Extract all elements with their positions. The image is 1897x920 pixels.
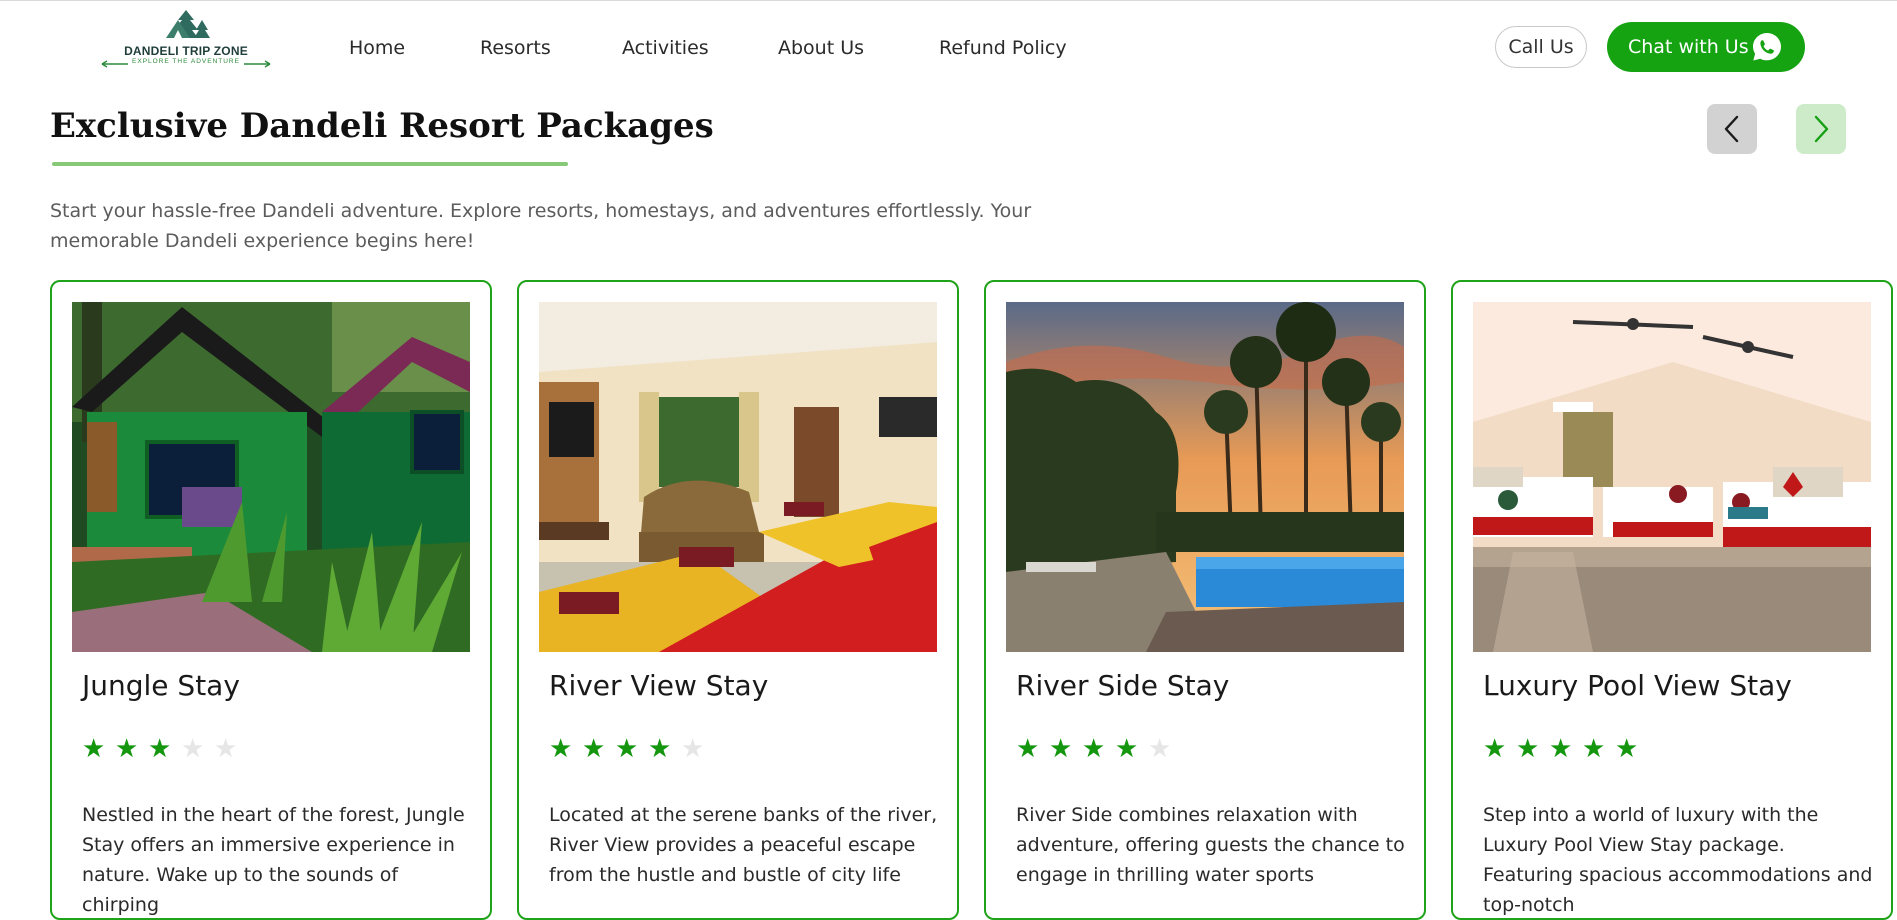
carousel-prev-button[interactable] [1707, 104, 1757, 154]
package-image-river-side-stay[interactable] [1006, 302, 1404, 652]
star-filled-icon: ★ [648, 734, 672, 764]
package-card[interactable]: River View Stay ★ ★ ★ ★ ★ Located at the ser… [517, 280, 959, 920]
star-filled-icon: ★ [1115, 734, 1139, 764]
top-border [0, 0, 1897, 1]
star-filled-icon: ★ [549, 734, 573, 764]
package-title[interactable]: Luxury Pool View Stay [1483, 666, 1792, 706]
package-description: River Side combines relaxation with adve… [1016, 804, 1405, 886]
nav-resorts[interactable]: Resorts [480, 36, 551, 60]
call-us-button[interactable]: Call Us [1495, 26, 1587, 68]
chevron-left-icon [1724, 115, 1739, 143]
brand-tagline: EXPLORE THE ADVENTURE [132, 58, 240, 65]
title-underline [52, 162, 568, 166]
star-filled-icon: ★ [1049, 734, 1073, 764]
nav-activities[interactable]: Activities [622, 36, 709, 60]
section-title: Exclusive Dandeli Resort Packages [50, 106, 714, 146]
star-empty-icon: ★ [1148, 734, 1172, 764]
rating-stars: ★ ★ ★ ★ ★ [1016, 736, 1181, 762]
package-description: Step into a world of luxury with the Lux… [1483, 804, 1873, 916]
star-filled-icon: ★ [1082, 734, 1106, 764]
nav-refund-policy[interactable]: Refund Policy [939, 36, 1067, 60]
rating-stars: ★ ★ ★ ★ ★ [82, 736, 247, 762]
star-filled-icon: ★ [1483, 734, 1507, 764]
whatsapp-icon [1753, 33, 1781, 61]
star-filled-icon: ★ [1549, 734, 1573, 764]
package-title[interactable]: River View Stay [549, 666, 768, 706]
rating-stars: ★ ★ ★ ★ ★ [1483, 736, 1648, 762]
star-empty-icon: ★ [681, 734, 705, 764]
star-filled-icon: ★ [615, 734, 639, 764]
package-card[interactable]: River Side Stay ★ ★ ★ ★ ★ River Side combine… [984, 280, 1426, 920]
package-title[interactable]: River Side Stay [1016, 666, 1229, 706]
nav-about-us[interactable]: About Us [778, 36, 864, 60]
star-filled-icon: ★ [1582, 734, 1606, 764]
section-subtitle: Start your hassle-free Dandeli adventure… [50, 200, 1032, 252]
package-description: Located at the serene banks of the river… [549, 804, 938, 886]
nav-home[interactable]: Home [349, 36, 405, 60]
star-filled-icon: ★ [582, 734, 606, 764]
chat-with-us-button[interactable]: Chat with Us [1607, 22, 1805, 72]
brand-logo[interactable]: DANDELI TRIP ZONE EXPLORE THE ADVENTURE [98, 6, 274, 72]
package-image-jungle-stay[interactable] [72, 302, 470, 652]
star-filled-icon: ★ [82, 734, 106, 764]
star-filled-icon: ★ [1016, 734, 1040, 764]
brand-name: DANDELI TRIP ZONE [124, 44, 248, 58]
chat-button-label: Chat with Us [1628, 36, 1749, 58]
star-empty-icon: ★ [181, 734, 205, 764]
star-filled-icon: ★ [148, 734, 172, 764]
carousel-next-button[interactable] [1796, 104, 1846, 154]
package-image-luxury-pool-view-stay[interactable] [1473, 302, 1871, 652]
package-title[interactable]: Jungle Stay [82, 666, 240, 706]
star-filled-icon: ★ [1615, 734, 1639, 764]
star-filled-icon: ★ [1516, 734, 1540, 764]
star-filled-icon: ★ [115, 734, 139, 764]
package-image-river-view-stay[interactable] [539, 302, 937, 652]
chevron-right-icon [1814, 115, 1829, 143]
star-empty-icon: ★ [214, 734, 238, 764]
package-card[interactable]: Luxury Pool View Stay ★ ★ ★ ★ ★ Step into a … [1451, 280, 1893, 920]
package-description: Nestled in the heart of the forest, Jung… [82, 804, 465, 916]
rating-stars: ★ ★ ★ ★ ★ [549, 736, 714, 762]
package-card[interactable]: Jungle Stay ★ ★ ★ ★ ★ Nestled in the heart o… [50, 280, 492, 920]
